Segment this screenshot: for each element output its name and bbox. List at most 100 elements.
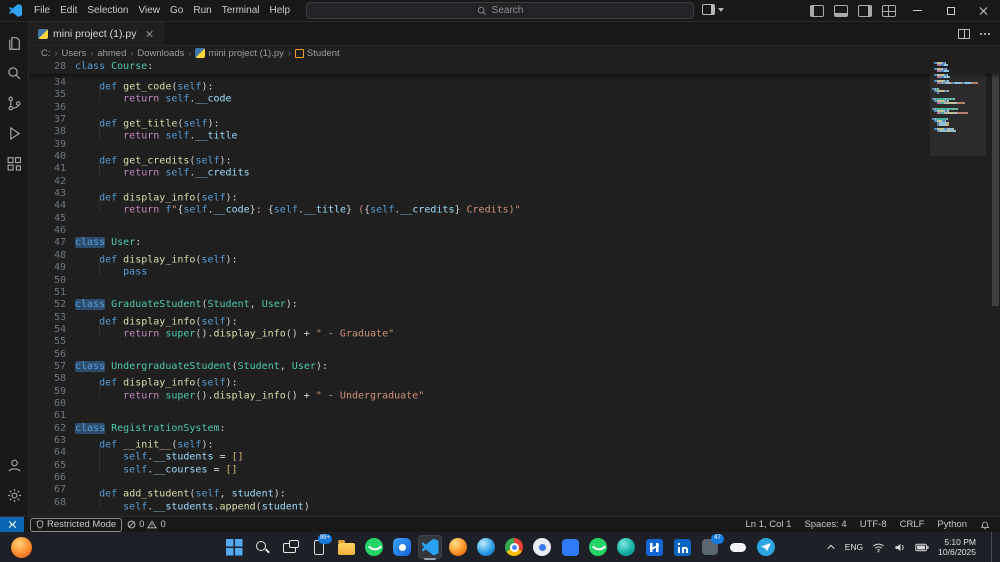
app-light-button[interactable] [530,535,554,559]
search-sidebar-icon[interactable] [0,58,28,88]
code-line[interactable]: 48 def display_info(self): [29,250,1000,265]
code-line[interactable]: 34 def get_code(self): [29,77,1000,92]
code-text[interactable]: return self.__title [75,126,237,142]
breadcrumb-item[interactable]: ahmed [97,48,126,59]
menu-edit[interactable]: Edit [55,0,82,22]
app-teal-button[interactable] [614,535,638,559]
run-debug-icon[interactable] [0,118,28,148]
indentation[interactable]: Spaces: 4 [804,519,846,530]
minimap[interactable] [930,62,986,156]
line-number[interactable]: 58 [29,373,75,385]
vscode-button[interactable] [418,535,442,559]
battery-icon[interactable] [915,543,929,552]
volume-icon[interactable] [894,542,906,553]
code-text[interactable]: self.__courses = [] [75,460,237,475]
code-editor[interactable]: 28 class Course: 34 def get_code(self): 35 r… [29,60,1000,516]
line-number[interactable]: 57 [29,361,75,373]
customize-layout-icon[interactable] [882,4,896,17]
minimap-slider[interactable] [930,74,986,156]
code-line[interactable]: 53 def display_info(self): [29,312,1000,327]
line-number[interactable]: 67 [29,484,75,496]
code-text[interactable]: return self.__credits [75,163,249,179]
code-text[interactable]: def __init__(self): [75,435,213,450]
scrollbar-thumb[interactable] [992,60,999,306]
linkedin-button[interactable] [670,535,694,559]
line-number[interactable]: 56 [29,349,75,361]
close-button[interactable] [967,0,1000,21]
code-line[interactable]: 46 [29,225,1000,237]
breadcrumb-item[interactable]: Student [294,48,340,59]
code-line[interactable]: 58 def display_info(self): [29,373,1000,389]
phone-link-button[interactable]: 99+ [306,534,332,559]
code-line[interactable]: 61 [29,410,1000,422]
editor-scrollbar[interactable] [990,60,1000,516]
line-number[interactable]: 34 [29,77,75,89]
app-gray-button[interactable]: 47 [698,534,724,559]
code-text[interactable]: def display_info(self): [75,373,238,389]
toggle-secondary-sidebar-icon[interactable] [858,4,872,17]
line-number[interactable]: 61 [29,410,75,422]
tray-chevron-up-icon[interactable] [826,543,836,551]
tab-close-icon[interactable] [144,29,154,39]
start-button[interactable] [222,535,246,559]
source-control-icon[interactable] [0,88,28,118]
code-line[interactable]: 51 [29,287,1000,299]
code-line[interactable]: 64 self.__students = [] [29,447,1000,462]
code-text[interactable]: pass [75,262,147,278]
remote-indicator[interactable] [0,517,24,532]
task-view-button[interactable] [278,535,302,559]
code-text[interactable]: def display_info(self): [75,188,238,203]
language-mode[interactable]: Python [937,519,967,530]
code-text[interactable]: def get_code(self): [75,77,213,92]
menu-run[interactable]: Run [188,0,216,22]
search-button[interactable] [250,535,274,559]
breadcrumb-item[interactable]: Users [62,48,87,59]
file-explorer-button[interactable] [334,535,358,559]
split-editor-icon[interactable] [958,28,970,39]
code-text[interactable]: class GraduateStudent(Student, User): [75,299,298,311]
line-number[interactable]: 49 [29,262,75,274]
app-pill-button[interactable] [726,535,750,559]
maximize-button[interactable] [934,0,967,21]
code-line[interactable]: 68 self.__students.append(student) [29,497,1000,512]
sticky-scroll-line[interactable]: 28 class Course: [29,60,1000,74]
breadcrumb-item[interactable]: C: [41,48,51,59]
line-number[interactable]: 47 [29,237,75,249]
account-icon[interactable] [0,450,28,480]
line-number[interactable]: 65 [29,460,75,472]
breadcrumb-item[interactable]: mini project (1).py [195,48,284,59]
line-number[interactable]: 44 [29,200,75,212]
line-number[interactable]: 45 [29,213,75,225]
code-line[interactable]: 67 def add_student(self, student): [29,484,1000,499]
language-indicator[interactable]: ENG [845,542,863,552]
show-desktop-button[interactable] [991,532,996,562]
code-line[interactable]: 63 def __init__(self): [29,435,1000,450]
layout-dropdown-button[interactable] [702,4,724,15]
line-number[interactable]: 37 [29,114,75,126]
breadcrumb-item[interactable]: Downloads [137,48,184,59]
code-line[interactable]: 57 class UndergraduateStudent(Student, Us… [29,360,1000,373]
code-text[interactable]: def display_info(self): [75,312,238,327]
whatsapp-button[interactable] [362,535,386,559]
code-text[interactable]: class RegistrationSystem: [75,422,226,435]
menu-view[interactable]: View [134,0,166,22]
code-line[interactable]: 54 return super().display_info() + " - Gr… [29,324,1000,339]
line-number[interactable]: 55 [29,336,75,348]
app-n-button[interactable] [642,535,666,559]
code-text[interactable]: class User: [75,237,141,249]
code-line[interactable]: 41 return self.__credits [29,163,1000,179]
code-line[interactable]: 65 self.__courses = [] [29,460,1000,475]
cursor-position[interactable]: Ln 1, Col 1 [745,519,791,530]
explorer-icon[interactable] [0,28,28,58]
line-number[interactable]: 28 [29,60,75,74]
code-text[interactable]: class Course: [75,60,153,74]
line-number[interactable]: 40 [29,151,75,163]
line-number[interactable]: 53 [29,312,75,324]
toggle-panel-icon[interactable] [834,4,848,17]
minimize-button[interactable] [901,0,934,21]
line-number[interactable]: 51 [29,287,75,299]
code-line[interactable]: 37 def get_title(self): [29,114,1000,129]
code-text[interactable]: def get_title(self): [75,114,219,129]
code-line[interactable]: 44 return f"{self.__code}: {self.__title}… [29,200,1000,215]
line-number[interactable]: 52 [29,299,75,311]
